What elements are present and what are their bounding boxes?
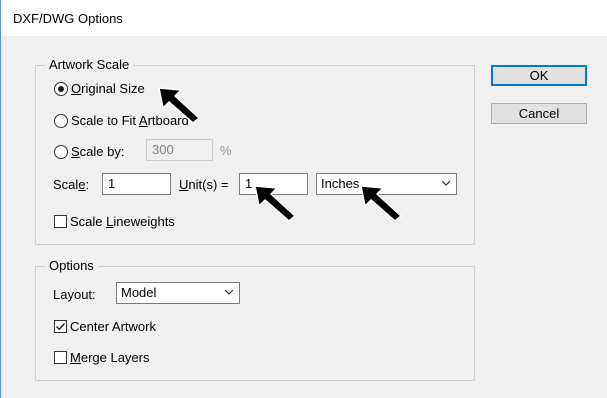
scale-by-label: Scale by: <box>71 144 125 159</box>
original-size-radio[interactable]: Original Size <box>54 81 145 96</box>
artwork-scale-legend: Artwork Scale <box>45 58 134 72</box>
layout-dropdown[interactable]: Model <box>116 282 240 304</box>
options-legend: Options <box>45 259 98 273</box>
scale-by-input[interactable]: 300 <box>146 139 213 161</box>
dxf-dwg-options-dialog: DXF/DWG Options Artwork Scale Original S… <box>0 0 607 398</box>
original-size-label: Original Size <box>71 81 145 96</box>
title-bar: DXF/DWG Options <box>1 0 607 36</box>
window-title: DXF/DWG Options <box>13 11 123 26</box>
scale-input[interactable]: 1 <box>102 173 171 195</box>
check-icon <box>55 323 66 331</box>
chevron-down-icon <box>441 180 451 186</box>
cancel-button[interactable]: Cancel <box>491 103 587 124</box>
ok-button[interactable]: OK <box>491 65 587 86</box>
scale-by-percent-unit: % <box>220 143 232 158</box>
chevron-down-icon <box>224 289 234 295</box>
scale-lineweights-label: Scale Lineweights <box>70 214 175 229</box>
units-label: Unit(s) = <box>179 177 229 192</box>
checkbox-indicator <box>54 320 67 333</box>
radio-indicator <box>54 113 68 128</box>
pointer-arrow-icon <box>158 87 200 124</box>
center-artwork-checkbox[interactable]: Center Artwork <box>54 319 156 334</box>
scale-by-radio[interactable]: Scale by: <box>54 144 124 159</box>
pointer-arrow-icon <box>360 185 402 222</box>
radio-indicator <box>54 81 68 96</box>
merge-layers-checkbox[interactable]: Merge Layers <box>54 350 150 365</box>
scale-lineweights-checkbox[interactable]: Scale Lineweights <box>54 214 175 229</box>
units-dropdown-value: Inches <box>321 176 360 191</box>
merge-layers-label: Merge Layers <box>70 350 150 365</box>
radio-indicator <box>54 144 68 159</box>
layout-dropdown-value: Model <box>121 285 157 300</box>
checkbox-indicator <box>54 215 67 228</box>
center-artwork-label: Center Artwork <box>70 319 156 334</box>
checkbox-indicator <box>54 351 67 364</box>
pointer-arrow-icon <box>254 185 296 222</box>
layout-label: Layout: <box>53 287 96 302</box>
scale-label: Scale: <box>53 177 90 192</box>
